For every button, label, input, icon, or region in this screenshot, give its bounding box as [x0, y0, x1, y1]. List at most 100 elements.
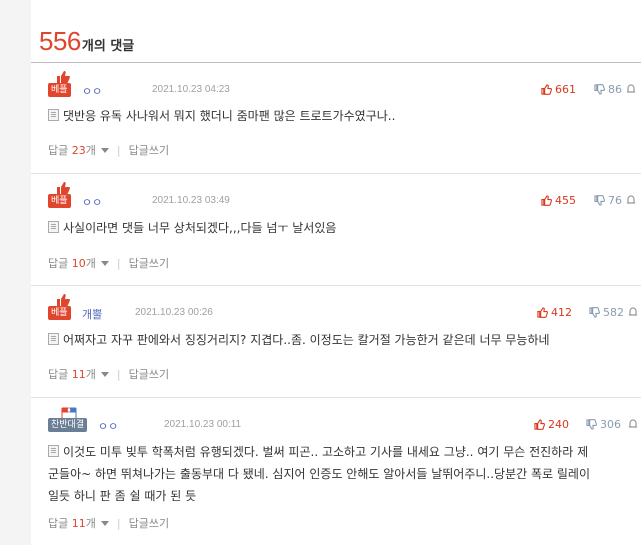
write-reply-link[interactable]: 답글쓰기: [129, 255, 169, 271]
document-icon: [48, 333, 59, 345]
dislike-button[interactable]: 76: [594, 194, 622, 207]
like-button[interactable]: 455: [541, 194, 576, 207]
reply-count: 10: [71, 257, 86, 270]
footer-separator: |: [116, 256, 121, 270]
comment-item: 베플 개뿔 2021.10.23 00:26 412 582 어쩌자고 자꾸 판…: [31, 286, 641, 398]
like-button[interactable]: 412: [537, 306, 572, 319]
write-reply-link[interactable]: 답글쓰기: [129, 515, 169, 531]
reply-label: 답글: [48, 368, 72, 381]
like-count: 661: [555, 83, 576, 96]
author-name[interactable]: ㅇㅇ: [82, 194, 102, 210]
author-name[interactable]: ㅇㅇ: [82, 83, 102, 99]
comment-line: 군들아~ 하면 뛰쳐나가는 출동부대 다 됐네. 심지어 인증도 안해도 알아서…: [48, 467, 590, 481]
comment-meta: 베플 개뿔 2021.10.23 00:26 412 582: [48, 294, 638, 324]
comment-text: 댓반응 유독 사나워서 뭐지 했더니 줌마팬 많은 트로트가수였구나..: [63, 109, 396, 123]
reply-toggle[interactable]: 답글 23개: [48, 142, 96, 158]
comment-item: 베플 ㅇㅇ 2021.10.23 04:23 661 86 댓반응 유독 사나워…: [31, 63, 641, 174]
debate-badge: 찬반대결: [48, 406, 94, 434]
dislike-button[interactable]: 86: [594, 83, 622, 96]
reply-label: 답글: [48, 257, 72, 270]
like-button[interactable]: 661: [541, 83, 576, 96]
comments-panel: 556 개의 댓글 베플 ㅇㅇ 2021.10.23 04:23 661 86 …: [31, 0, 641, 545]
comment-text: 사실이라면 댓들 너무 상처되겠다,,,다들 넘ㅜ 날서있음: [63, 221, 337, 235]
thumbs-up-icon: [57, 294, 70, 306]
comment-body: 사실이라면 댓들 너무 상처되겠다,,,다들 넘ㅜ 날서있음: [48, 217, 633, 239]
document-icon: [48, 221, 59, 233]
thumbs-up-icon: [537, 307, 548, 318]
best-badge: 베플: [48, 71, 78, 99]
reply-unit: 개: [85, 517, 96, 530]
like-count: 240: [548, 418, 569, 431]
write-reply-link[interactable]: 답글쓰기: [129, 366, 169, 382]
comment-meta: 찬반대결 ㅇㅇ 2021.10.23 00:11 240 306: [48, 406, 638, 436]
comment-line: 이것도 미투 빚투 학폭처럼 유행되겠다. 벌써 피곤.. 고소하고 기사를 내…: [48, 441, 633, 463]
comment-line: 일듯 하니 판 좀 쉴 때가 된 듯: [48, 489, 197, 503]
comment-date: 2021.10.23 04:23: [152, 84, 230, 95]
comment-item: 베플 ㅇㅇ 2021.10.23 03:49 455 76 사실이라면 댓들 너…: [31, 174, 641, 286]
comment-date: 2021.10.23 00:11: [164, 419, 242, 430]
dislike-button[interactable]: 306: [586, 418, 621, 431]
best-badge: 베플: [48, 182, 78, 210]
like-count: 412: [551, 306, 572, 319]
reply-toggle[interactable]: 답글 10개: [48, 255, 96, 271]
siren-icon[interactable]: [626, 194, 636, 204]
reply-count: 23: [71, 144, 86, 157]
siren-icon[interactable]: [626, 83, 636, 93]
footer-separator: |: [116, 143, 121, 157]
caret-down-icon[interactable]: [100, 260, 109, 266]
reply-toggle[interactable]: 답글 11개: [48, 515, 96, 531]
comment-meta: 베플 ㅇㅇ 2021.10.23 04:23 661 86: [48, 71, 638, 101]
thumbs-down-icon: [586, 419, 597, 430]
thumbs-up-icon: [57, 182, 70, 194]
footer-separator: |: [116, 367, 121, 381]
author-name[interactable]: 개뿔: [82, 306, 102, 322]
author-name[interactable]: ㅇㅇ: [98, 418, 118, 434]
dislike-button[interactable]: 582: [589, 306, 624, 319]
footer-separator: |: [116, 516, 121, 530]
badge-label: 베플: [48, 194, 71, 208]
comment-date: 2021.10.23 00:26: [135, 307, 213, 318]
thumbs-down-icon: [589, 307, 600, 318]
flags-icon: [61, 407, 77, 418]
reply-toggle[interactable]: 답글 11개: [48, 366, 96, 382]
comment-footer: 답글 23개 | 답글쓰기: [48, 142, 169, 158]
badge-label: 베플: [48, 83, 71, 97]
best-badge: 베플: [48, 294, 78, 322]
siren-icon[interactable]: [628, 306, 638, 316]
caret-down-icon[interactable]: [100, 147, 109, 153]
badge-label: 찬반대결: [48, 418, 88, 432]
comment-body: 댓반응 유독 사나워서 뭐지 했더니 줌마팬 많은 트로트가수였구나..: [48, 105, 633, 127]
comments-header: 556 개의 댓글: [39, 26, 134, 58]
comment-date: 2021.10.23 03:49: [152, 195, 230, 206]
comment-text: 이것도 미투 빚투 학폭처럼 유행되겠다. 벌써 피곤.. 고소하고 기사를 내…: [63, 445, 589, 459]
caret-down-icon[interactable]: [100, 371, 109, 377]
comment-count: 556: [39, 26, 81, 56]
thumbs-up-icon: [57, 71, 70, 83]
dislike-count: 86: [608, 83, 622, 96]
reply-label: 답글: [48, 144, 72, 157]
reply-unit: 개: [85, 368, 96, 381]
comment-footer: 답글 10개 | 답글쓰기: [48, 255, 169, 271]
comment-body: 어쩌자고 자꾸 판에와서 징징거리지? 지겹다..좀. 이정도는 칼거절 가능한…: [48, 329, 633, 351]
caret-down-icon[interactable]: [100, 520, 109, 526]
thumbs-up-icon: [534, 419, 545, 430]
thumbs-up-icon: [541, 84, 552, 95]
siren-icon[interactable]: [628, 418, 638, 428]
dislike-count: 76: [608, 194, 622, 207]
thumbs-down-icon: [594, 195, 605, 206]
comment-footer: 답글 11개 | 답글쓰기: [48, 515, 169, 531]
comment-body: 이것도 미투 빚투 학폭처럼 유행되겠다. 벌써 피곤.. 고소하고 기사를 내…: [48, 441, 633, 507]
thumbs-down-icon: [594, 84, 605, 95]
like-count: 455: [555, 194, 576, 207]
comment-meta: 베플 ㅇㅇ 2021.10.23 03:49 455 76: [48, 182, 638, 212]
reply-unit: 개: [85, 144, 96, 157]
write-reply-link[interactable]: 답글쓰기: [129, 142, 169, 158]
reply-count: 11: [71, 368, 86, 381]
dislike-count: 306: [600, 418, 621, 431]
reply-unit: 개: [85, 257, 96, 270]
dislike-count: 582: [603, 306, 624, 319]
comment-text: 어쩌자고 자꾸 판에와서 징징거리지? 지겹다..좀. 이정도는 칼거절 가능한…: [63, 333, 550, 347]
badge-label: 베플: [48, 306, 71, 320]
comment-footer: 답글 11개 | 답글쓰기: [48, 366, 169, 382]
like-button[interactable]: 240: [534, 418, 569, 431]
